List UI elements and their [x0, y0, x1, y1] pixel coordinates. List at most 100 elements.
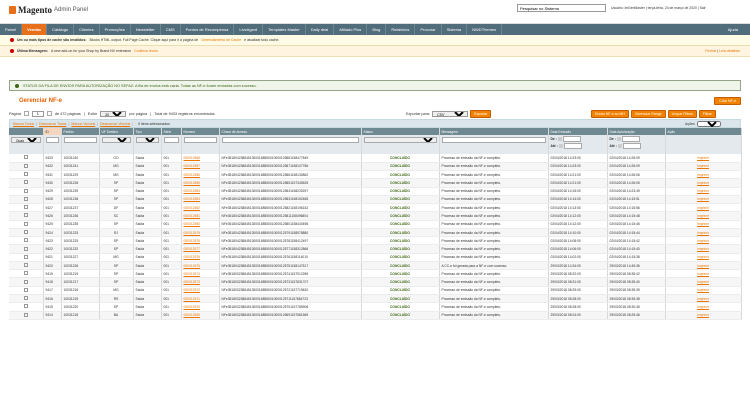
cell-numero[interactable]: 000012581 [184, 214, 201, 218]
print-link[interactable]: Imprimir [697, 206, 709, 210]
col-head-uf[interactable]: UF Destino [99, 128, 134, 135]
cell-numero[interactable]: 000012577 [184, 247, 201, 251]
actions-select[interactable] [696, 121, 721, 127]
manage-range-button[interactable]: Gerenciar Range [630, 110, 666, 118]
col-head-status[interactable]: Status [361, 128, 440, 135]
col-head-id[interactable]: ID [43, 128, 62, 135]
cell-numero[interactable]: 000012583 [184, 197, 201, 201]
cell-numero[interactable]: 000012586 [184, 173, 201, 177]
filter-tipo[interactable] [135, 137, 159, 143]
cell-numero[interactable]: 000012575 [184, 264, 201, 268]
print-link[interactable]: Imprimir [697, 189, 709, 193]
table-row[interactable]: 9426 10031236 SC Saída 001 000012581 NFe351804… [9, 211, 742, 221]
filter-pedido[interactable] [63, 137, 97, 143]
cell-numero[interactable]: 000012570 [184, 305, 201, 309]
help-link[interactable]: Ajuda [728, 27, 738, 32]
table-row[interactable]: 9431 10031229 MG Saída 001 000012586 NFe351804… [9, 170, 742, 180]
reset-filters-button[interactable]: Limpar Filtros [667, 110, 697, 118]
nav-item-clientes[interactable]: Clientes [74, 24, 100, 35]
table-row[interactable]: 9416 10031215 RS Saída 001 000012571 NFe351803… [9, 294, 742, 304]
cell-numero[interactable]: 000012584 [184, 189, 201, 193]
row-checkbox[interactable] [23, 287, 28, 292]
col-head-serie[interactable]: Série [161, 128, 182, 135]
calendar-icon[interactable] [617, 144, 622, 148]
cell-numero[interactable]: 000012579 [184, 231, 201, 235]
unselect-all-link[interactable]: Desmarcar Todos [39, 122, 66, 126]
table-row[interactable]: 9432 10031241 MG Saída 001 000012587 NFe351804… [9, 162, 742, 172]
page-input[interactable] [31, 110, 44, 117]
col-head-chave[interactable]: Chave de Acesso [219, 128, 362, 135]
search-button[interactable]: Filtrar [698, 110, 716, 118]
nav-item-relatorios[interactable]: Relatórios [386, 24, 416, 35]
nav-item-sistema[interactable]: Sistema [442, 24, 468, 35]
table-row[interactable]: 9414 10031218 BA Saída 001 000012569 NFe351803… [9, 311, 742, 320]
cell-numero[interactable]: 000012578 [184, 239, 201, 243]
table-row[interactable]: 9420 10031226 SP Saída 001 000012575 NFe351804… [9, 261, 742, 271]
print-link[interactable]: Imprimir [697, 280, 709, 284]
calendar-icon[interactable] [558, 144, 563, 148]
table-row[interactable]: 9419 10031219 SP Saída 001 000012574 NFe351803… [9, 269, 742, 279]
nav-item-blog[interactable]: Blog [367, 24, 387, 35]
filter-autoriz-to-input[interactable] [622, 143, 641, 149]
cell-numero[interactable]: 000012582 [184, 206, 201, 210]
print-link[interactable]: Imprimir [697, 288, 709, 292]
nav-item-pontos[interactable]: Pontos de Recompensa [181, 24, 235, 35]
table-row[interactable]: 9425 10031235 SP Saída 001 000012580 NFe351804… [9, 220, 742, 229]
nav-item-vendas[interactable]: Vendas [22, 24, 48, 35]
cell-numero[interactable]: 000012587 [184, 164, 201, 168]
print-link[interactable]: Imprimir [697, 173, 709, 177]
cache-management-link[interactable]: Gerenciamento de Cache [201, 38, 241, 42]
row-checkbox[interactable] [23, 205, 28, 210]
col-head-autorizacao[interactable]: Data Autorização [607, 128, 666, 135]
magento-logo[interactable]: Magento Admin Panel [9, 5, 88, 15]
print-link[interactable]: Imprimir [697, 197, 709, 201]
nav-item-promocoes[interactable]: Promoções [100, 24, 131, 35]
row-checkbox[interactable] [23, 180, 28, 185]
table-row[interactable]: 9415 10031220 SP Saída 001 000012570 NFe351803… [9, 302, 742, 312]
filter-numero[interactable] [183, 137, 217, 143]
col-head-pedido[interactable]: Pedido [61, 128, 100, 135]
row-checkbox[interactable] [23, 312, 28, 317]
table-row[interactable]: 9423 10031225 SP Saída 001 000012578 NFe351804… [9, 236, 742, 246]
row-checkbox[interactable] [23, 188, 28, 193]
row-checkbox[interactable] [23, 279, 28, 284]
prev-page-icon[interactable] [23, 111, 29, 116]
table-row[interactable]: 9418 10031217 SP Saída 001 000012573 NFe351803… [9, 277, 742, 287]
filter-emissao-from-input[interactable] [562, 136, 581, 142]
cell-numero[interactable]: 000012585 [184, 181, 201, 185]
print-link[interactable]: Imprimir [697, 156, 709, 160]
logout-link[interactable]: Sair [700, 6, 706, 10]
nav-item-catalogo[interactable]: Catálogo [47, 24, 75, 35]
row-checkbox[interactable] [23, 254, 28, 259]
filter-autoriz-from-input[interactable] [621, 136, 640, 142]
filter-status[interactable] [363, 137, 437, 143]
table-row[interactable]: 9417 10031216 MG Saída 001 000012572 NFe351803… [9, 286, 742, 296]
print-link[interactable]: Imprimir [697, 247, 709, 251]
print-link[interactable]: Imprimir [697, 214, 709, 218]
row-checkbox[interactable] [23, 213, 28, 218]
send-nfe-button[interactable]: Enviar NF-e ao MH [591, 110, 629, 118]
select-visible-link[interactable]: Marcar Visíveis [71, 122, 95, 126]
table-row[interactable]: 9422 10031232 SP Saída 001 000012577 NFe351804… [9, 244, 742, 254]
print-link[interactable]: Imprimir [697, 255, 709, 259]
row-checkbox[interactable] [23, 263, 28, 268]
print-link[interactable]: Imprimir [697, 164, 709, 168]
unselect-visible-link[interactable]: Desmarcar Visíveis [100, 122, 130, 126]
create-nfe-button[interactable]: Criar NF-e [714, 97, 741, 105]
filter-emissao-to-input[interactable] [563, 143, 582, 149]
export-button[interactable]: Exportar [470, 110, 492, 118]
filter-id[interactable] [45, 137, 59, 143]
cell-numero[interactable]: 000012588 [184, 156, 201, 160]
row-checkbox[interactable] [23, 155, 28, 160]
print-link[interactable]: Imprimir [697, 222, 709, 226]
nav-item-templates[interactable]: Templates Master [263, 24, 306, 35]
continue-reading-link[interactable]: Continue lendo [134, 49, 158, 53]
row-checkbox[interactable] [23, 296, 28, 301]
nav-item-dailydeal[interactable]: Daily deal [306, 24, 335, 35]
print-link[interactable]: Imprimir [697, 272, 709, 276]
cell-numero[interactable]: 000012572 [184, 288, 201, 292]
filter-uf[interactable] [101, 137, 131, 143]
calendar-icon[interactable] [557, 137, 562, 141]
row-checkbox[interactable] [23, 230, 28, 235]
filter-chave[interactable] [221, 137, 359, 143]
